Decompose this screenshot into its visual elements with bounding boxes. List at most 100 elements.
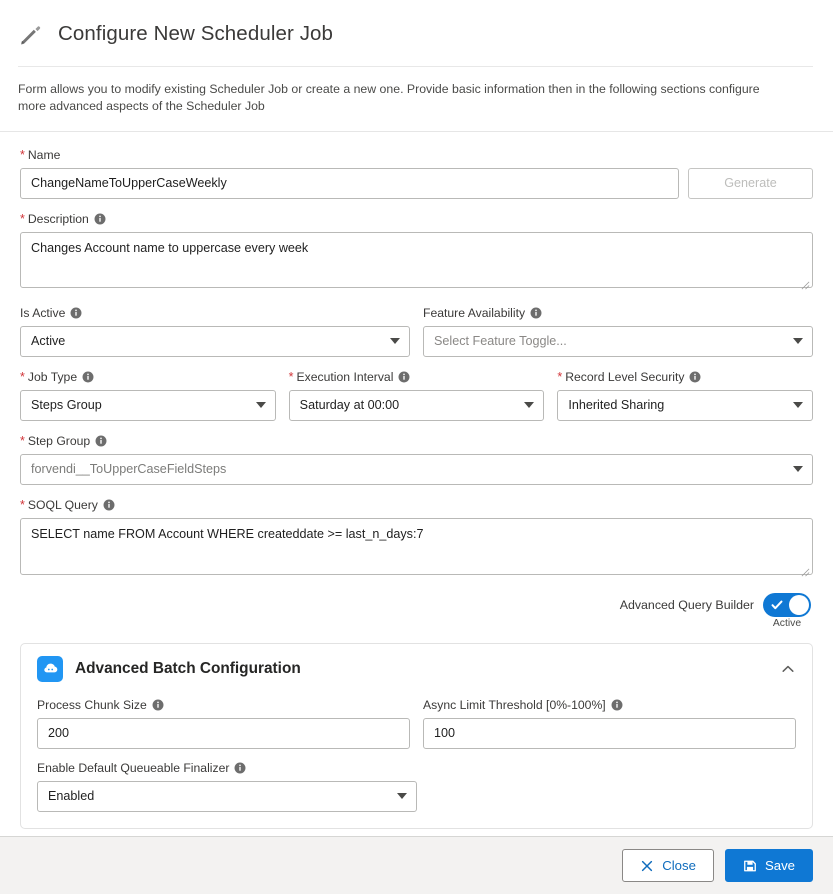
soql-query-label: SOQL Query (28, 498, 98, 513)
job-type-label: Job Type (28, 370, 77, 385)
pencil-icon (18, 21, 44, 47)
job-type-select[interactable]: Steps Group (20, 390, 276, 421)
feature-availability-label-row: Feature Availability (423, 306, 813, 321)
name-label-row: * Name (20, 148, 813, 163)
queueable-finalizer-label-row: Enable Default Queueable Finalizer (37, 761, 796, 776)
required-asterisk: * (289, 370, 294, 385)
required-asterisk: * (20, 370, 25, 385)
description-label-row: * Description (20, 212, 813, 227)
step-group-field-group: * Step Group forvendi__ToUpperCaseFieldS… (20, 434, 813, 485)
step-group-label: Step Group (28, 434, 90, 449)
name-row: Generate (20, 168, 813, 199)
execution-interval-label: Execution Interval (297, 370, 394, 385)
is-active-label: Is Active (20, 306, 65, 321)
info-icon[interactable] (70, 307, 82, 319)
toggle-knob (789, 595, 809, 615)
info-icon[interactable] (95, 435, 107, 447)
advanced-batch-configuration-panel: Advanced Batch Configuration Process Chu… (20, 643, 813, 829)
record-level-security-field-group: * Record Level Security Inherited Sharin… (557, 370, 813, 421)
record-level-security-select-wrap: Inherited Sharing (557, 390, 813, 421)
is-active-select[interactable]: Active (20, 326, 410, 357)
name-label: Name (28, 148, 61, 163)
feature-availability-select[interactable]: Select Feature Toggle... (423, 326, 813, 357)
required-asterisk: * (20, 498, 25, 513)
feature-availability-field-group: Feature Availability Select Feature Togg… (423, 306, 813, 357)
record-level-security-label: Record Level Security (565, 370, 684, 385)
description-field-group: * Description Changes Account name to up… (20, 212, 813, 293)
close-button[interactable]: Close (622, 849, 714, 882)
advanced-batch-configuration-title: Advanced Batch Configuration (75, 660, 768, 678)
info-icon[interactable] (94, 213, 106, 225)
async-limit-threshold-field-group: Async Limit Threshold [0%-100%] (423, 698, 796, 749)
step-group-select[interactable]: forvendi__ToUpperCaseFieldSteps (20, 454, 813, 485)
queueable-finalizer-select[interactable]: Enabled (37, 781, 417, 812)
queueable-finalizer-field-group: Enable Default Queueable Finalizer Enabl… (37, 761, 796, 812)
required-asterisk: * (20, 434, 25, 449)
info-icon[interactable] (152, 699, 164, 711)
info-icon[interactable] (82, 371, 94, 383)
soql-query-field-group: * SOQL Query SELECT name FROM Account WH… (20, 498, 813, 580)
is-active-label-row: Is Active (20, 306, 410, 321)
name-field-group: * Name Generate (20, 148, 813, 199)
job-type-label-row: * Job Type (20, 370, 276, 385)
execution-interval-label-row: * Execution Interval (289, 370, 545, 385)
advanced-query-builder-label: Advanced Query Builder (620, 593, 754, 617)
process-chunk-size-label: Process Chunk Size (37, 698, 147, 713)
async-limit-threshold-input[interactable] (423, 718, 796, 749)
header-row: Configure New Scheduler Job (18, 14, 813, 54)
save-icon (743, 859, 757, 873)
close-button-label: Close (662, 858, 696, 873)
batch-config-icon (37, 656, 63, 682)
intro-text: Form allows you to modify existing Sched… (0, 67, 833, 131)
info-icon[interactable] (234, 762, 246, 774)
active-availability-row: Is Active Active Feature Availability (20, 306, 813, 357)
soql-query-label-row: * SOQL Query (20, 498, 813, 513)
step-group-select-wrap: forvendi__ToUpperCaseFieldSteps (20, 454, 813, 485)
save-button[interactable]: Save (725, 849, 813, 882)
execution-interval-select-wrap: Saturday at 00:00 (289, 390, 545, 421)
job-config-row: * Job Type Steps Group * Execution Inter… (20, 370, 813, 421)
feature-availability-label: Feature Availability (423, 306, 525, 321)
process-chunk-size-input[interactable] (37, 718, 410, 749)
advanced-query-builder-toggle[interactable] (763, 593, 811, 617)
info-icon[interactable] (530, 307, 542, 319)
form-footer: Close Save (0, 836, 833, 894)
soql-query-textarea[interactable]: SELECT name FROM Account WHERE createdda… (20, 518, 813, 575)
info-icon[interactable] (398, 371, 410, 383)
execution-interval-select[interactable]: Saturday at 00:00 (289, 390, 545, 421)
required-asterisk: * (20, 212, 25, 227)
advanced-query-builder-row: Advanced Query Builder Active (20, 593, 811, 629)
batch-sizes-row: Process Chunk Size Async Limit Threshold… (37, 698, 796, 749)
record-level-security-select[interactable]: Inherited Sharing (557, 390, 813, 421)
generate-button[interactable]: Generate (688, 168, 813, 199)
advanced-query-builder-state: Active (773, 618, 801, 629)
advanced-batch-configuration-header[interactable]: Advanced Batch Configuration (37, 656, 796, 682)
description-textarea-wrap: Changes Account name to uppercase every … (20, 232, 813, 293)
form-body: * Name Generate * Description Changes Ac… (0, 132, 833, 836)
description-textarea[interactable]: Changes Account name to uppercase every … (20, 232, 813, 288)
queueable-finalizer-label: Enable Default Queueable Finalizer (37, 761, 229, 776)
record-level-security-label-row: * Record Level Security (557, 370, 813, 385)
info-icon[interactable] (611, 699, 623, 711)
required-asterisk: * (557, 370, 562, 385)
description-label: Description (28, 212, 89, 227)
page-header: Configure New Scheduler Job (0, 0, 833, 67)
close-icon (640, 859, 654, 873)
async-limit-threshold-label: Async Limit Threshold [0%-100%] (423, 698, 606, 713)
scheduler-job-form-page: Configure New Scheduler Job Form allows … (0, 0, 833, 894)
feature-availability-select-wrap: Select Feature Toggle... (423, 326, 813, 357)
chevron-up-icon[interactable] (780, 661, 796, 677)
required-asterisk: * (20, 148, 25, 163)
process-chunk-size-field-group: Process Chunk Size (37, 698, 410, 749)
name-input[interactable] (20, 168, 679, 199)
process-chunk-size-label-row: Process Chunk Size (37, 698, 410, 713)
job-type-field-group: * Job Type Steps Group (20, 370, 276, 421)
info-icon[interactable] (689, 371, 701, 383)
execution-interval-field-group: * Execution Interval Saturday at 00:00 (289, 370, 545, 421)
async-limit-threshold-label-row: Async Limit Threshold [0%-100%] (423, 698, 796, 713)
save-button-label: Save (765, 858, 795, 873)
soql-query-textarea-wrap: SELECT name FROM Account WHERE createdda… (20, 518, 813, 580)
page-title: Configure New Scheduler Job (58, 22, 333, 46)
step-group-label-row: * Step Group (20, 434, 813, 449)
info-icon[interactable] (103, 499, 115, 511)
